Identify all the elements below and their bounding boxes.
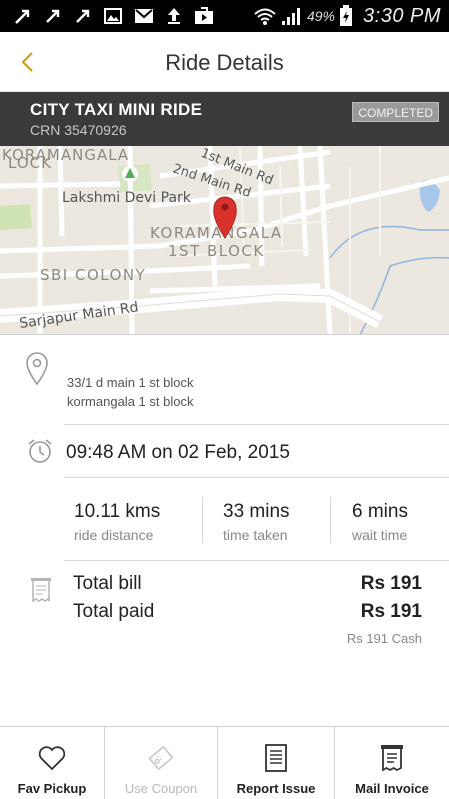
map-label-lock: LOCK bbox=[8, 154, 52, 172]
map-label-1st-block: 1ST BLOCK bbox=[168, 242, 265, 260]
signal-icon bbox=[281, 8, 300, 25]
ride-header: CITY TAXI MINI RIDE CRN 35470926 COMPLET… bbox=[0, 92, 449, 146]
divider bbox=[64, 560, 449, 561]
use-coupon-button[interactable]: Use Coupon bbox=[105, 727, 217, 799]
missed-call-icon bbox=[76, 9, 90, 23]
bottom-action-bar: Fav Pickup Use Coupon Report Issue Mail … bbox=[0, 726, 449, 799]
upload-icon bbox=[168, 8, 180, 24]
app-bar: Ride Details bbox=[0, 32, 449, 92]
page-title: Ride Details bbox=[165, 50, 284, 75]
stat-distance-label: ride distance bbox=[74, 527, 154, 543]
map-label-koramangala: KORAMANGALA bbox=[150, 224, 283, 242]
total-paid-amount: Rs 191 bbox=[360, 601, 422, 622]
divider bbox=[64, 424, 449, 425]
status-bar: 49% 3:30 PM bbox=[0, 0, 449, 32]
fav-pickup-button[interactable]: Fav Pickup bbox=[0, 727, 104, 799]
stat-wait-value: 6 mins bbox=[352, 501, 408, 522]
report-issue-label: Report Issue bbox=[236, 781, 316, 796]
pickup-address-line1: 33/1 d main 1 st block bbox=[67, 375, 194, 390]
stat-separator bbox=[202, 497, 203, 543]
stat-distance-value: 10.11 kms bbox=[74, 501, 161, 522]
play-store-icon bbox=[195, 7, 213, 24]
gmail-icon bbox=[135, 9, 153, 23]
receipt-icon bbox=[30, 577, 52, 608]
report-issue-button[interactable]: Report Issue bbox=[218, 727, 334, 799]
ride-name: CITY TAXI MINI RIDE bbox=[30, 100, 203, 119]
system-icons: 49% 3:30 PM bbox=[253, 4, 441, 28]
heart-icon bbox=[38, 744, 66, 772]
map-graphic: KORAMANGALA LOCK 2nd Main Rd 1st Main Rd… bbox=[0, 146, 449, 334]
map-label-sbi-colony: SBI COLONY bbox=[40, 266, 146, 284]
total-paid-label: Total paid bbox=[73, 601, 155, 622]
map-label-park: Lakshmi Devi Park bbox=[62, 190, 192, 206]
mail-invoice-label: Mail Invoice bbox=[355, 781, 429, 796]
ride-map[interactable]: KORAMANGALA LOCK 2nd Main Rd 1st Main Rd… bbox=[0, 146, 449, 335]
fav-pickup-label: Fav Pickup bbox=[17, 781, 87, 796]
status-badge: COMPLETED bbox=[352, 102, 439, 122]
stat-time-value: 33 mins bbox=[223, 501, 290, 522]
wifi-icon bbox=[254, 8, 276, 25]
clock-time: 3:30 PM bbox=[363, 4, 441, 27]
ride-crn: CRN 35470926 bbox=[30, 122, 127, 138]
image-icon bbox=[104, 8, 122, 24]
missed-call-icon bbox=[15, 9, 30, 24]
pickup-address-line2: kormangala 1 st block bbox=[67, 394, 194, 409]
document-icon bbox=[265, 744, 287, 772]
alarm-clock-icon bbox=[27, 438, 53, 469]
ride-datetime: 09:48 AM on 02 Feb, 2015 bbox=[66, 442, 290, 463]
battery-charging-icon bbox=[340, 5, 353, 26]
total-bill-amount: Rs 191 bbox=[360, 573, 422, 594]
stat-wait-label: wait time bbox=[352, 527, 408, 543]
total-bill-label: Total bill bbox=[73, 573, 142, 594]
receipt-icon bbox=[380, 744, 404, 772]
location-outline-icon bbox=[26, 352, 48, 391]
battery-percent: 49% bbox=[306, 8, 336, 24]
notification-icons bbox=[14, 6, 214, 26]
payment-mode: Rs 191 Cash bbox=[346, 631, 422, 646]
use-coupon-label: Use Coupon bbox=[124, 781, 198, 796]
divider bbox=[64, 477, 449, 478]
stat-time-label: time taken bbox=[223, 527, 288, 543]
stat-separator bbox=[330, 497, 331, 543]
mail-invoice-button[interactable]: Mail Invoice bbox=[335, 727, 449, 799]
missed-call-icon bbox=[46, 9, 60, 23]
coupon-icon bbox=[146, 744, 176, 772]
